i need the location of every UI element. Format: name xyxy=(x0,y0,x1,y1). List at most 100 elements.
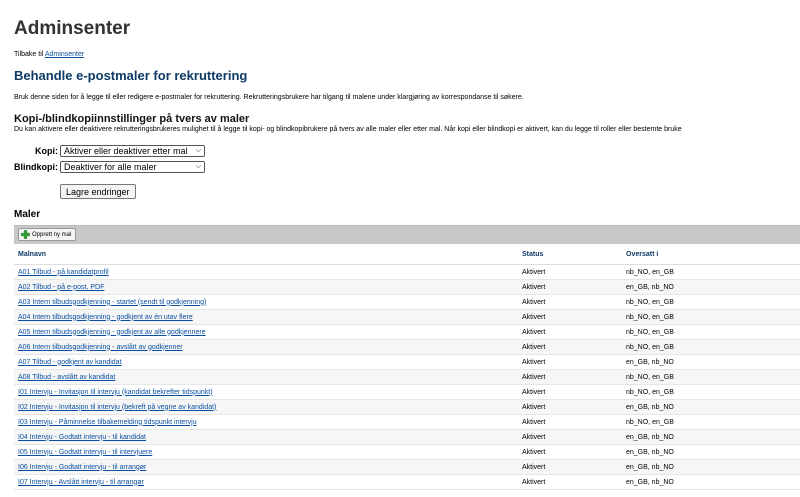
template-name-cell: I04 Intervju - Godtatt intervju - til ka… xyxy=(14,429,518,445)
table-row: A02 Tilbud - på e-post, PDF Aktivert en_GB… xyxy=(14,279,800,295)
back-prefix: Tilbake til xyxy=(14,51,44,58)
template-link[interactable]: I03 Intervju - Påminnelse tilbakemelding… xyxy=(18,419,197,426)
template-status: Aktivert xyxy=(518,444,622,460)
template-translations: nb_NO, en_GB xyxy=(622,264,800,280)
settings-title: Kopi-/blindkopiinnstillinger på tvers av… xyxy=(14,113,250,125)
page-subtitle: Behandle e-postmaler for rekruttering xyxy=(14,68,248,83)
table-header-row: Malnavn Status Oversatt i xyxy=(14,245,800,265)
table-row: I03 Intervju - Påminnelse tilbakemelding… xyxy=(14,414,800,430)
table-row: A06 Intern tilbudsgodkjenning - avslått … xyxy=(14,339,800,355)
template-translations: nb_NO, en_GB xyxy=(622,384,800,400)
page-description: Bruk denne siden for å legge til eller r… xyxy=(14,94,524,101)
page-title: Adminsenter xyxy=(14,18,131,39)
back-breadcrumb: Tilbake til Adminsenter xyxy=(14,51,84,58)
template-link[interactable]: A01 Tilbud - på kandidatprofil xyxy=(18,269,109,276)
chevron-down-icon: ⌵ xyxy=(195,163,201,170)
template-link[interactable]: A02 Tilbud - på e-post, PDF xyxy=(18,284,104,291)
template-status: Aktivert xyxy=(518,369,622,385)
template-translations: en_GB, nb_NO xyxy=(622,399,800,415)
template-translations: nb_NO, en_GB xyxy=(622,309,800,325)
template-name-cell: A08 Tilbud - avslått av kandidat xyxy=(14,369,518,385)
save-changes-button[interactable]: Lagre endringer xyxy=(60,184,136,199)
template-name-cell: A03 Intern tilbudsgodkjenning - startet … xyxy=(14,294,518,310)
template-translations: nb_NO, en_GB xyxy=(622,294,800,310)
template-name-cell: A01 Tilbud - på kandidatprofil xyxy=(14,264,518,280)
table-row: I05 Intervju - Godtatt intervju - til in… xyxy=(14,444,800,460)
table-row: A08 Tilbud - avslått av kandidat Aktivert… xyxy=(14,369,800,385)
template-status: Aktivert xyxy=(518,459,622,475)
template-link[interactable]: A06 Intern tilbudsgodkjenning - avslått … xyxy=(18,344,183,351)
template-link[interactable]: A03 Intern tilbudsgodkjenning - startet … xyxy=(18,299,206,306)
template-link[interactable]: I07 Intervju - Avslått intervju - til ar… xyxy=(18,479,144,486)
template-status: Aktivert xyxy=(518,294,622,310)
bcc-select[interactable]: Deaktiver for alle maler ⌵ xyxy=(60,161,205,173)
templates-title: Maler xyxy=(14,209,41,220)
template-name-cell: I06 Intervju - Godtatt intervju - til ar… xyxy=(14,459,518,475)
table-row: I07 Intervju - Avslått intervju - til ar… xyxy=(14,474,800,490)
template-name-cell: I01 Intervju - Invitasjon til intervju (… xyxy=(14,384,518,400)
table-row: I01 Intervju - Invitasjon til intervju (… xyxy=(14,384,800,400)
column-header-name[interactable]: Malnavn xyxy=(14,245,518,265)
template-status: Aktivert xyxy=(518,429,622,445)
template-translations: en_GB, nb_NO xyxy=(622,354,800,370)
template-translations: en_GB, nb_NO xyxy=(622,474,800,490)
template-name-cell: I02 Intervju - Invitasjon til intervju (… xyxy=(14,399,518,415)
template-name-cell: A02 Tilbud - på e-post, PDF xyxy=(14,279,518,295)
template-status: Aktivert xyxy=(518,324,622,340)
create-template-button[interactable]: Opprett ny mal xyxy=(18,228,77,241)
table-row: I02 Intervju - Invitasjon til intervju (… xyxy=(14,399,800,415)
cc-label: Kopi: xyxy=(35,146,58,156)
template-name-cell: I03 Intervju - Påminnelse tilbakemelding… xyxy=(14,414,518,430)
template-translations: en_GB, nb_NO xyxy=(622,429,800,445)
template-translations: en_GB, nb_NO xyxy=(622,444,800,460)
template-status: Aktivert xyxy=(518,414,622,430)
template-translations: nb_NO, en_GB xyxy=(622,324,800,340)
table-row: I04 Intervju - Godtatt intervju - til ka… xyxy=(14,429,800,445)
settings-description: Du kan aktivere eller deaktivere rekrutt… xyxy=(14,126,682,133)
template-link[interactable]: A08 Tilbud - avslått av kandidat xyxy=(18,374,115,381)
template-translations: nb_NO, en_GB xyxy=(622,414,800,430)
template-status: Aktivert xyxy=(518,474,622,490)
column-header-translated[interactable]: Oversatt i xyxy=(622,245,800,265)
cc-select[interactable]: Aktiver eller deaktiver etter mal ⌵ xyxy=(60,145,205,157)
templates-table: Malnavn Status Oversatt i A01 Tilbud - p… xyxy=(14,245,800,490)
template-status: Aktivert xyxy=(518,279,622,295)
template-name-cell: A04 Intern tilbudsgodkjenning - godkjent… xyxy=(14,309,518,325)
template-name-cell: A05 Intern tilbudsgodkjenning - godkjent… xyxy=(14,324,518,340)
template-link[interactable]: A05 Intern tilbudsgodkjenning - godkjent… xyxy=(18,329,206,336)
table-row: A01 Tilbud - på kandidatprofil Aktivert nb… xyxy=(14,264,800,280)
template-link[interactable]: I06 Intervju - Godtatt intervju - til ar… xyxy=(18,464,146,471)
template-status: Aktivert xyxy=(518,399,622,415)
template-status: Aktivert xyxy=(518,354,622,370)
template-link[interactable]: I01 Intervju - Invitasjon til intervju (… xyxy=(18,389,213,396)
template-link[interactable]: A07 Tilbud - godkjent av kandidat xyxy=(18,359,122,366)
plus-icon xyxy=(21,230,30,239)
template-link[interactable]: I04 Intervju - Godtatt intervju - til ka… xyxy=(18,434,146,441)
template-status: Aktivert xyxy=(518,264,622,280)
templates-toolbar: Opprett ny mal xyxy=(14,225,800,244)
template-translations: nb_NO, en_GB xyxy=(622,339,800,355)
template-name-cell: A06 Intern tilbudsgodkjenning - avslått … xyxy=(14,339,518,355)
template-status: Aktivert xyxy=(518,339,622,355)
bcc-row: Blindkopi: Deaktiver for alle maler ⌵ xyxy=(2,161,205,173)
create-template-label: Opprett ny mal xyxy=(32,231,72,238)
template-translations: en_GB, nb_NO xyxy=(622,279,800,295)
table-row: A05 Intern tilbudsgodkjenning - godkjent… xyxy=(14,324,800,340)
template-link[interactable]: I02 Intervju - Invitasjon til intervju (… xyxy=(18,404,216,411)
template-name-cell: I07 Intervju - Avslått intervju - til ar… xyxy=(14,474,518,490)
template-status: Aktivert xyxy=(518,384,622,400)
template-translations: nb_NO, en_GB xyxy=(622,369,800,385)
template-name-cell: I05 Intervju - Godtatt intervju - til in… xyxy=(14,444,518,460)
template-link[interactable]: A04 Intern tilbudsgodkjenning - godkjent… xyxy=(18,314,193,321)
back-link[interactable]: Adminsenter xyxy=(45,51,84,58)
table-row: A07 Tilbud - godkjent av kandidat Aktiver… xyxy=(14,354,800,370)
cc-select-value: Aktiver eller deaktiver etter mal xyxy=(64,146,188,156)
bcc-select-value: Deaktiver for alle maler xyxy=(64,162,157,172)
template-name-cell: A07 Tilbud - godkjent av kandidat xyxy=(14,354,518,370)
table-row: I06 Intervju - Godtatt intervju - til ar… xyxy=(14,459,800,475)
cc-row: Kopi: Aktiver eller deaktiver etter mal … xyxy=(2,145,205,157)
table-row: A04 Intern tilbudsgodkjenning - godkjent… xyxy=(14,309,800,325)
template-link[interactable]: I05 Intervju - Godtatt intervju - til in… xyxy=(18,449,152,456)
column-header-status[interactable]: Status xyxy=(518,245,622,265)
table-row: A03 Intern tilbudsgodkjenning - startet … xyxy=(14,294,800,310)
